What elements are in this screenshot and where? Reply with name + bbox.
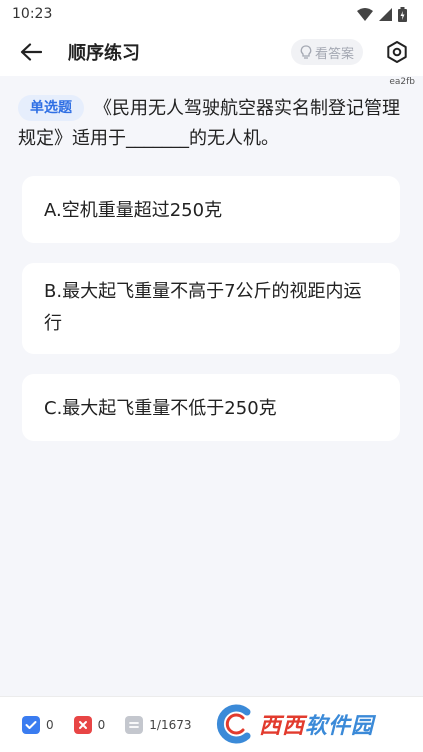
page-title: 顺序练习	[68, 43, 140, 64]
list-icon	[125, 715, 144, 734]
correct-count: 0	[46, 717, 54, 732]
correct-stat: 0	[22, 715, 54, 734]
show-answer-button[interactable]: 看答案	[290, 39, 363, 65]
watermark-c-icon	[216, 704, 251, 744]
cross-icon	[73, 715, 92, 734]
option-a[interactable]: A.空机重量超过250克	[22, 176, 400, 243]
battery-icon	[398, 6, 407, 22]
wrong-stat: 0	[73, 715, 106, 734]
question-code: ea2fb	[389, 77, 415, 87]
option-c[interactable]: C.最大起飞重量不低于250克	[22, 374, 400, 441]
wifi-icon	[357, 7, 373, 21]
arrow-left-icon	[20, 43, 42, 61]
watermark-text: 西西软件园	[259, 714, 375, 739]
question-type-badge: 单选题	[18, 95, 84, 121]
progress-count: 1/1673	[149, 717, 192, 732]
question-stem: 单选题 《民用无人驾驶航空器实名制登记管理规定》适用于_______的无人机。	[18, 94, 410, 154]
option-c-text: C.最大起飞重量不低于250克	[44, 398, 277, 419]
show-answer-label: 看答案	[314, 46, 354, 62]
back-button[interactable]	[20, 36, 52, 68]
status-time: 10:23	[12, 6, 53, 22]
progress-stat: 1/1673	[125, 715, 192, 734]
gear-icon	[387, 41, 407, 63]
check-icon	[22, 715, 40, 734]
settings-button[interactable]	[383, 38, 411, 66]
wrong-count: 0	[97, 717, 106, 732]
watermark-logo: 西西软件园	[213, 704, 413, 744]
lightbulb-icon	[300, 45, 312, 59]
status-icons	[357, 6, 407, 22]
option-b[interactable]: B.最大起飞重量不高于7公斤的视距内运行	[22, 263, 400, 354]
option-a-text: A.空机重量超过250克	[44, 200, 223, 221]
app-bar: 顺序练习 看答案	[0, 28, 423, 76]
status-bar: 10:23	[0, 0, 423, 28]
signal-icon	[379, 7, 392, 21]
options-list: A.空机重量超过250克 B.最大起飞重量不高于7公斤的视距内运行 C.最大起飞…	[22, 176, 400, 461]
option-b-text: B.最大起飞重量不高于7公斤的视距内运行	[44, 281, 362, 334]
